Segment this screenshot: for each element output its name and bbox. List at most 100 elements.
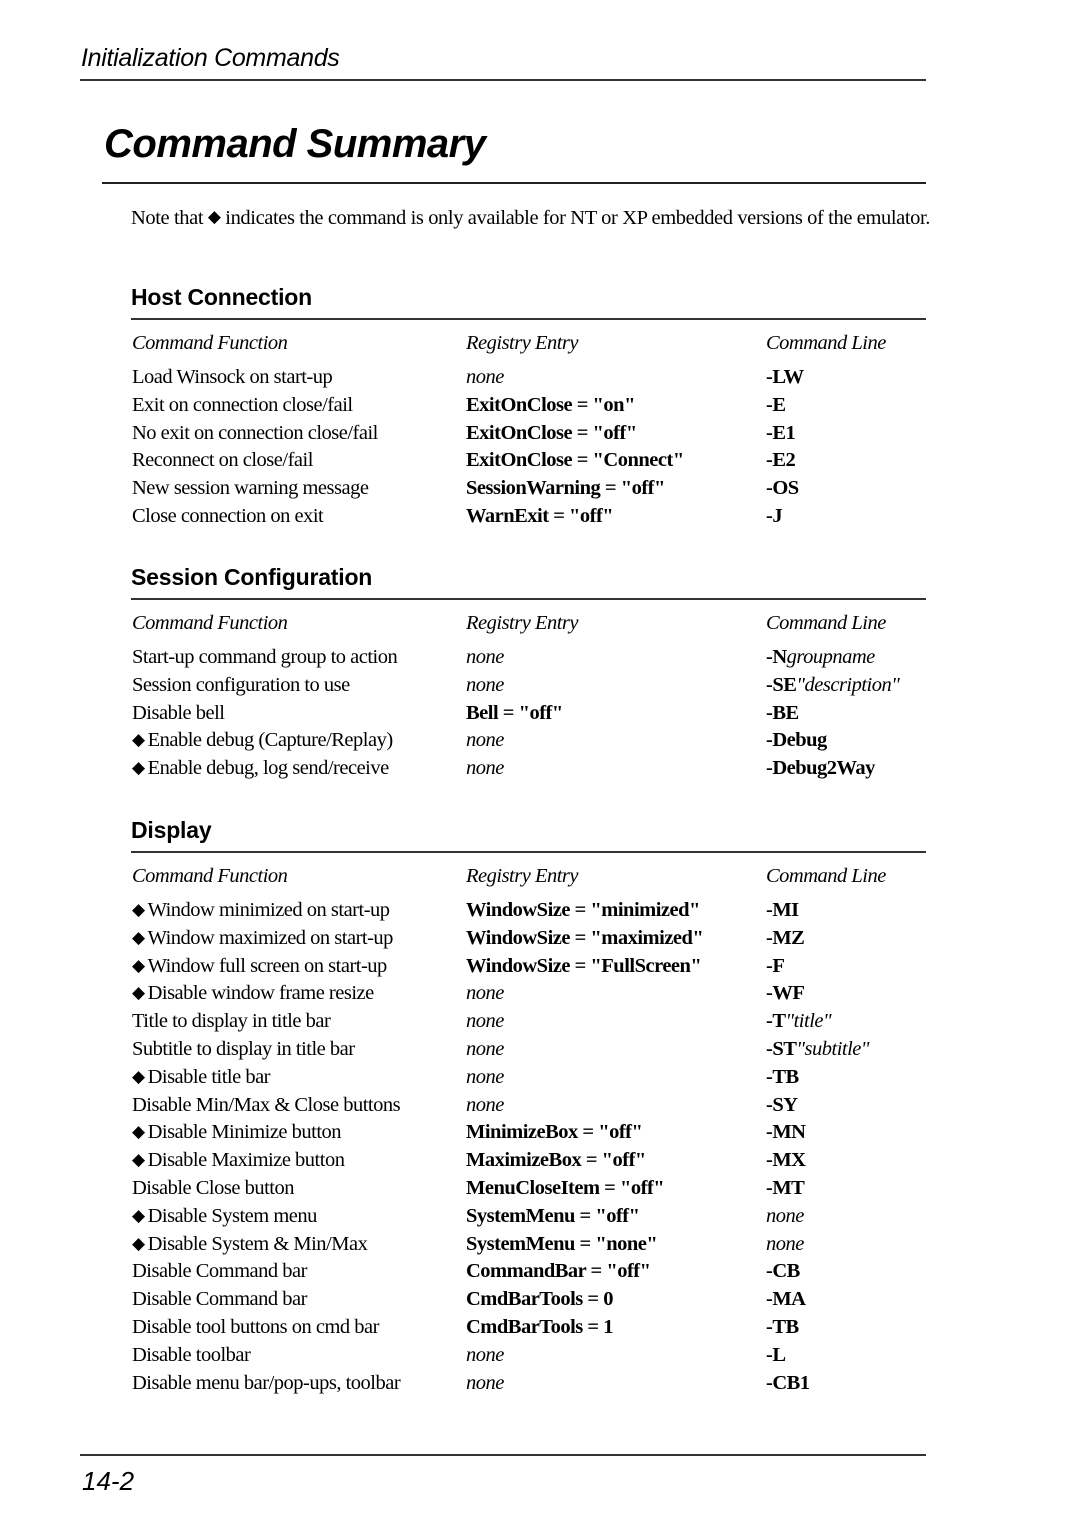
command-line-cell: -MI: [766, 899, 799, 922]
command-switch: -BE: [766, 701, 799, 724]
command-line-cell: -OS: [766, 477, 799, 500]
command-function-cell: ◆ Disable Maximize button: [132, 1149, 345, 1172]
command-switch: -SE: [766, 673, 797, 696]
command-function-text: Reconnect on close/fail: [132, 449, 313, 472]
table-row: ◆ Window maximized on start-up WindowSize …: [131, 927, 926, 955]
command-function-cell: Disable bell: [132, 702, 225, 725]
command-switch: none: [766, 1232, 804, 1255]
command-function-text: Window minimized on start-up: [147, 899, 390, 921]
column-header-command-line: Command Line: [766, 865, 886, 887]
diamond-icon: ◆: [132, 900, 145, 919]
diamond-icon: ◆: [132, 927, 145, 947]
command-argument: "title": [785, 1010, 832, 1033]
registry-entry-cell: Bell = "off": [466, 701, 563, 724]
command-argument: "subtitle": [796, 1037, 869, 1060]
command-function-cell: Subtitle to display in title bar: [132, 1038, 355, 1061]
table-row: Disable menu bar/pop-ups, toolbar none -CB…: [131, 1372, 926, 1400]
command-function-text: Disable Command bar: [132, 1260, 307, 1283]
command-line-cell: -WF: [766, 982, 805, 1005]
table-row: Session configuration to use none -SE"desc…: [131, 674, 926, 702]
table-row: Disable toolbar none -L: [131, 1344, 926, 1372]
registry-entry-cell: none: [466, 729, 504, 752]
command-function-cell: Close connection on exit: [132, 505, 324, 528]
table-row: Subtitle to display in title bar none -ST"…: [131, 1038, 926, 1066]
page-title: Command Summary: [104, 122, 486, 166]
command-line-cell: -ST"subtitle": [766, 1038, 869, 1061]
diamond-icon: ◆: [132, 1122, 145, 1142]
command-line-cell: -TB: [766, 1066, 799, 1089]
table-row: Title to display in title bar none -T"titl…: [131, 1010, 926, 1038]
registry-entry-cell: none: [466, 1037, 504, 1060]
command-switch: -MA: [766, 1288, 806, 1311]
command-function-text: Window maximized on start-up: [147, 926, 394, 949]
section-rule: [131, 318, 926, 320]
column-header-row: Command Function Registry Entry Command Li…: [131, 865, 926, 899]
command-function-cell: ◆ Enable debug, log send/receive: [132, 757, 389, 780]
command-line-cell: -SE"description": [766, 673, 900, 697]
column-header-command-line: Command Line: [766, 332, 886, 354]
command-line-cell: -MX: [766, 1149, 806, 1172]
command-function-cell: New session warning message: [132, 477, 369, 500]
diamond-icon: ◆: [132, 1205, 145, 1225]
command-function-text: Disable window frame resize: [147, 982, 375, 1005]
header-rule: [80, 79, 926, 81]
command-switch: -OS: [766, 477, 799, 500]
command-function-cell: Title to display in title bar: [132, 1010, 331, 1033]
note-suffix: indicates the command is only available …: [225, 207, 931, 229]
command-function-cell: Disable toolbar: [132, 1343, 251, 1367]
command-line-cell: -MN: [766, 1121, 806, 1144]
command-function-text: Window full screen on start-up: [147, 954, 388, 977]
column-header-row: Command Function Registry Entry Command Li…: [131, 332, 926, 366]
command-function-cell: ◆ Window minimized on start-up: [132, 899, 390, 922]
registry-entry-cell: WindowSize = "maximized": [466, 926, 704, 949]
command-function-text: Disable Min/Max & Close buttons: [132, 1093, 401, 1116]
registry-entry-cell: SystemMenu = "none": [466, 1232, 658, 1255]
table-row: ◆ Disable window frame resize none -WF: [131, 982, 926, 1010]
command-switch: -WF: [766, 982, 805, 1005]
registry-entry-cell: none: [466, 1371, 504, 1394]
column-header-registry: Registry Entry: [466, 612, 579, 634]
section-title: Host Connection: [131, 284, 312, 310]
table-row: Disable Close button MenuCloseItem = "off…: [131, 1177, 926, 1205]
registry-entry-cell: none: [466, 1010, 504, 1033]
command-function-text: Exit on connection close/fail: [132, 393, 353, 416]
table-row: ◆ Enable debug, log send/receive none -Debu…: [131, 757, 926, 785]
command-function-cell: Disable tool buttons on cmd bar: [132, 1316, 379, 1339]
registry-entry-cell: ExitOnClose = "Connect": [466, 449, 684, 472]
command-function-text: Disable title bar: [147, 1065, 271, 1088]
table-row: New session warning message SessionWarnin…: [131, 477, 926, 505]
table-row: Disable tool buttons on cmd bar CmdBarToo…: [131, 1316, 926, 1344]
diamond-icon: ◆: [132, 758, 145, 778]
running-head: Initialization Commands: [81, 44, 340, 72]
table-row: No exit on connection close/fail ExitOnCl…: [131, 422, 926, 450]
command-line-cell: -MT: [766, 1177, 805, 1200]
command-line-cell: -T"title": [766, 1010, 832, 1033]
command-function-text: Subtitle to display in title bar: [132, 1037, 355, 1060]
table-row: ◆ Disable title bar none -TB: [131, 1066, 926, 1094]
command-function-cell: ◆ Enable debug (Capture/Replay): [132, 729, 393, 752]
command-function-text: Disable Minimize button: [147, 1121, 342, 1144]
column-header-row: Command Function Registry Entry Command Li…: [131, 612, 926, 646]
command-switch: -MN: [766, 1121, 806, 1144]
registry-entry-cell: none: [466, 673, 504, 696]
command-argument: groupname: [786, 646, 876, 668]
command-function-text: Disable Command bar: [132, 1288, 307, 1311]
table-row: ◆ Disable System menu SystemMenu = "off" no…: [131, 1205, 926, 1233]
registry-entry-cell: MenuCloseItem = "off": [466, 1176, 665, 1199]
command-function-cell: ◆ Window full screen on start-up: [132, 955, 387, 978]
table-row: Start-up command group to action none -Ngr…: [131, 646, 926, 674]
command-switch: -E: [766, 393, 786, 416]
command-line-cell: -SY: [766, 1094, 798, 1117]
command-switch: -J: [766, 504, 783, 527]
command-function-text: Session configuration to use: [132, 673, 350, 696]
diamond-icon: ◆: [132, 1150, 145, 1170]
section-session-configuration: Session Configuration Command Function Reg…: [131, 562, 926, 785]
registry-entry-cell: ExitOnClose = "on": [466, 393, 635, 416]
registry-entry-cell: ExitOnClose = "off": [466, 421, 637, 444]
command-line-cell: -MZ: [766, 927, 805, 950]
registry-entry-cell: none: [466, 1343, 504, 1366]
table-row: Close connection on exit WarnExit = "off"…: [131, 505, 926, 533]
registry-entry-cell: WindowSize = "minimized": [466, 899, 700, 921]
command-function-text: Disable toolbar: [132, 1343, 251, 1366]
title-rule: [102, 182, 926, 184]
